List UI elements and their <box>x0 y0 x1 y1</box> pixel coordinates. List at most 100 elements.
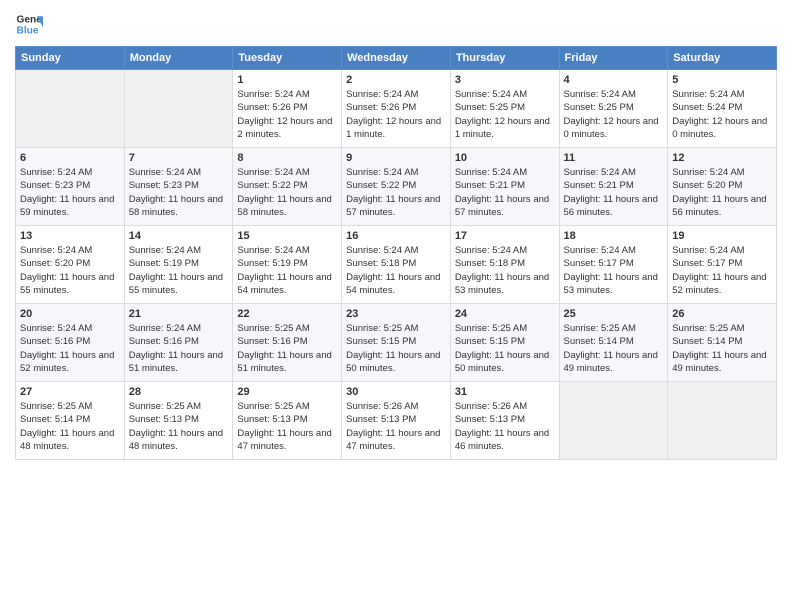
week-row-1: 1 Sunrise: 5:24 AMSunset: 5:26 PMDaylight… <box>16 70 777 148</box>
day-number: 5 <box>672 74 772 86</box>
day-number: 22 <box>237 308 337 320</box>
day-info: Sunrise: 5:25 AMSunset: 5:13 PMDaylight:… <box>237 400 337 453</box>
day-number: 10 <box>455 152 555 164</box>
day-number: 19 <box>672 230 772 242</box>
calendar-cell: 29 Sunrise: 5:25 AMSunset: 5:13 PMDayligh… <box>233 382 342 460</box>
header-tuesday: Tuesday <box>233 47 342 70</box>
day-info: Sunrise: 5:26 AMSunset: 5:13 PMDaylight:… <box>346 400 446 453</box>
calendar-cell: 21Sunrise: 5:24 AMSunset: 5:16 PMDayligh… <box>124 304 233 382</box>
day-number: 3 <box>455 74 555 86</box>
day-number: 30 <box>346 386 446 398</box>
day-number: 7 <box>129 152 229 164</box>
day-number: 24 <box>455 308 555 320</box>
calendar-cell: 13 Sunrise: 5:24 AMSunset: 5:20 PMDayligh… <box>16 226 125 304</box>
week-row-5: 27 Sunrise: 5:25 AMSunset: 5:14 PMDayligh… <box>16 382 777 460</box>
day-number: 23 <box>346 308 446 320</box>
calendar-cell: 17Sunrise: 5:24 AMSunset: 5:18 PMDayligh… <box>450 226 559 304</box>
day-info: Sunrise: 5:24 AMSunset: 5:21 PMDaylight:… <box>455 166 555 219</box>
calendar-cell: 30 Sunrise: 5:26 AMSunset: 5:13 PMDayligh… <box>342 382 451 460</box>
day-info: Sunrise: 5:26 AMSunset: 5:13 PMDaylight:… <box>455 400 555 453</box>
calendar-cell: 14Sunrise: 5:24 AMSunset: 5:19 PMDayligh… <box>124 226 233 304</box>
week-row-3: 13 Sunrise: 5:24 AMSunset: 5:20 PMDayligh… <box>16 226 777 304</box>
calendar-header-row: SundayMondayTuesdayWednesdayThursdayFrid… <box>16 47 777 70</box>
calendar-cell: 23 Sunrise: 5:25 AMSunset: 5:15 PMDayligh… <box>342 304 451 382</box>
page-header: General Blue <box>15 10 777 38</box>
header-thursday: Thursday <box>450 47 559 70</box>
day-number: 27 <box>20 386 120 398</box>
day-info: Sunrise: 5:24 AMSunset: 5:18 PMDaylight:… <box>346 244 446 297</box>
day-info: Sunrise: 5:25 AMSunset: 5:14 PMDaylight:… <box>564 322 664 375</box>
calendar-cell: 11Sunrise: 5:24 AMSunset: 5:21 PMDayligh… <box>559 148 668 226</box>
day-info: Sunrise: 5:25 AMSunset: 5:14 PMDaylight:… <box>20 400 120 453</box>
calendar-cell <box>559 382 668 460</box>
calendar-table: SundayMondayTuesdayWednesdayThursdayFrid… <box>15 46 777 460</box>
calendar-cell: 7 Sunrise: 5:24 AMSunset: 5:23 PMDaylight… <box>124 148 233 226</box>
calendar-cell: 4 Sunrise: 5:24 AMSunset: 5:25 PMDaylight… <box>559 70 668 148</box>
calendar-cell: 12 Sunrise: 5:24 AMSunset: 5:20 PMDayligh… <box>668 148 777 226</box>
week-row-4: 20Sunrise: 5:24 AMSunset: 5:16 PMDayligh… <box>16 304 777 382</box>
calendar-cell <box>16 70 125 148</box>
day-number: 26 <box>672 308 772 320</box>
calendar-cell: 20Sunrise: 5:24 AMSunset: 5:16 PMDayligh… <box>16 304 125 382</box>
day-number: 9 <box>346 152 446 164</box>
day-info: Sunrise: 5:24 AMSunset: 5:23 PMDaylight:… <box>129 166 229 219</box>
calendar-cell: 1 Sunrise: 5:24 AMSunset: 5:26 PMDaylight… <box>233 70 342 148</box>
day-number: 18 <box>564 230 664 242</box>
day-info: Sunrise: 5:24 AMSunset: 5:21 PMDaylight:… <box>564 166 664 219</box>
week-row-2: 6 Sunrise: 5:24 AMSunset: 5:23 PMDaylight… <box>16 148 777 226</box>
day-info: Sunrise: 5:24 AMSunset: 5:17 PMDaylight:… <box>564 244 664 297</box>
calendar-cell: 25 Sunrise: 5:25 AMSunset: 5:14 PMDayligh… <box>559 304 668 382</box>
day-info: Sunrise: 5:24 AMSunset: 5:23 PMDaylight:… <box>20 166 120 219</box>
day-number: 2 <box>346 74 446 86</box>
day-number: 20 <box>20 308 120 320</box>
day-number: 28 <box>129 386 229 398</box>
day-info: Sunrise: 5:24 AMSunset: 5:25 PMDaylight:… <box>564 88 664 141</box>
day-info: Sunrise: 5:24 AMSunset: 5:25 PMDaylight:… <box>455 88 555 141</box>
calendar-cell: 8Sunrise: 5:24 AMSunset: 5:22 PMDaylight… <box>233 148 342 226</box>
day-number: 29 <box>237 386 337 398</box>
day-info: Sunrise: 5:25 AMSunset: 5:15 PMDaylight:… <box>346 322 446 375</box>
header-saturday: Saturday <box>668 47 777 70</box>
day-info: Sunrise: 5:24 AMSunset: 5:19 PMDaylight:… <box>129 244 229 297</box>
day-info: Sunrise: 5:24 AMSunset: 5:22 PMDaylight:… <box>346 166 446 219</box>
calendar-cell: 15Sunrise: 5:24 AMSunset: 5:19 PMDayligh… <box>233 226 342 304</box>
header-friday: Friday <box>559 47 668 70</box>
day-info: Sunrise: 5:25 AMSunset: 5:15 PMDaylight:… <box>455 322 555 375</box>
day-info: Sunrise: 5:24 AMSunset: 5:22 PMDaylight:… <box>237 166 337 219</box>
calendar-cell: 27 Sunrise: 5:25 AMSunset: 5:14 PMDayligh… <box>16 382 125 460</box>
day-number: 6 <box>20 152 120 164</box>
day-info: Sunrise: 5:24 AMSunset: 5:18 PMDaylight:… <box>455 244 555 297</box>
day-number: 15 <box>237 230 337 242</box>
day-info: Sunrise: 5:25 AMSunset: 5:14 PMDaylight:… <box>672 322 772 375</box>
day-number: 16 <box>346 230 446 242</box>
day-number: 12 <box>672 152 772 164</box>
calendar-cell: 22 Sunrise: 5:25 AMSunset: 5:16 PMDayligh… <box>233 304 342 382</box>
day-number: 4 <box>564 74 664 86</box>
day-number: 25 <box>564 308 664 320</box>
day-info: Sunrise: 5:24 AMSunset: 5:20 PMDaylight:… <box>672 166 772 219</box>
logo: General Blue <box>15 10 43 38</box>
day-info: Sunrise: 5:24 AMSunset: 5:20 PMDaylight:… <box>20 244 120 297</box>
day-info: Sunrise: 5:24 AMSunset: 5:26 PMDaylight:… <box>237 88 337 141</box>
calendar-cell: 18 Sunrise: 5:24 AMSunset: 5:17 PMDayligh… <box>559 226 668 304</box>
header-sunday: Sunday <box>16 47 125 70</box>
calendar-cell: 3 Sunrise: 5:24 AMSunset: 5:25 PMDaylight… <box>450 70 559 148</box>
calendar-cell: 26 Sunrise: 5:25 AMSunset: 5:14 PMDayligh… <box>668 304 777 382</box>
day-info: Sunrise: 5:25 AMSunset: 5:16 PMDaylight:… <box>237 322 337 375</box>
day-info: Sunrise: 5:25 AMSunset: 5:13 PMDaylight:… <box>129 400 229 453</box>
svg-text:Blue: Blue <box>17 25 39 36</box>
calendar-cell: 28 Sunrise: 5:25 AMSunset: 5:13 PMDayligh… <box>124 382 233 460</box>
calendar-cell: 16 Sunrise: 5:24 AMSunset: 5:18 PMDayligh… <box>342 226 451 304</box>
calendar-cell <box>124 70 233 148</box>
day-info: Sunrise: 5:24 AMSunset: 5:24 PMDaylight:… <box>672 88 772 141</box>
calendar-cell: 24 Sunrise: 5:25 AMSunset: 5:15 PMDayligh… <box>450 304 559 382</box>
day-number: 1 <box>237 74 337 86</box>
day-info: Sunrise: 5:24 AMSunset: 5:17 PMDaylight:… <box>672 244 772 297</box>
day-number: 21 <box>129 308 229 320</box>
calendar-cell <box>668 382 777 460</box>
calendar-body: 1 Sunrise: 5:24 AMSunset: 5:26 PMDaylight… <box>16 70 777 460</box>
calendar-cell: 10 Sunrise: 5:24 AMSunset: 5:21 PMDayligh… <box>450 148 559 226</box>
day-number: 31 <box>455 386 555 398</box>
day-number: 13 <box>20 230 120 242</box>
header-monday: Monday <box>124 47 233 70</box>
